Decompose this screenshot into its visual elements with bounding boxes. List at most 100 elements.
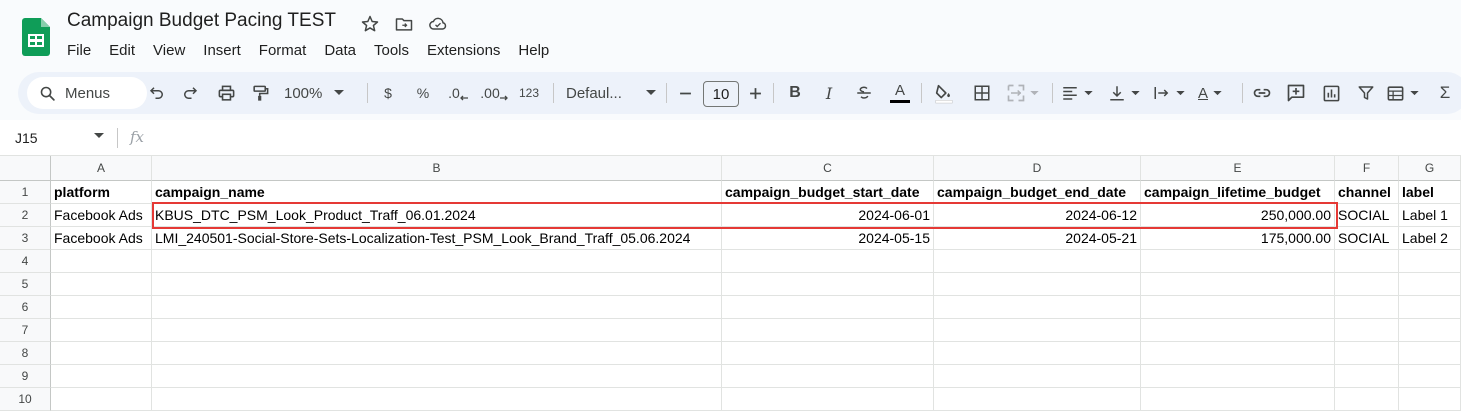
increase-decimal-button[interactable]: .00 bbox=[478, 81, 510, 105]
cell-g3[interactable]: Label 2 bbox=[1399, 227, 1461, 250]
cell-a3[interactable]: Facebook Ads bbox=[51, 227, 152, 250]
cell-g5[interactable] bbox=[1399, 273, 1461, 296]
cell-b7[interactable] bbox=[152, 319, 722, 342]
functions-button[interactable]: Σ bbox=[1436, 81, 1454, 105]
more-formats-button[interactable]: 123 bbox=[516, 81, 542, 105]
cell-g9[interactable] bbox=[1399, 365, 1461, 388]
spreadsheet-grid[interactable]: A B C D E F G 1 platform campaign_name campaign_bu… bbox=[0, 156, 1461, 418]
cell-g8[interactable] bbox=[1399, 342, 1461, 365]
cell-d6[interactable] bbox=[934, 296, 1141, 319]
menu-tools[interactable]: Tools bbox=[365, 41, 418, 61]
cell-b5[interactable] bbox=[152, 273, 722, 296]
cell-f3[interactable]: SOCIAL bbox=[1335, 227, 1399, 250]
cell-g10[interactable] bbox=[1399, 388, 1461, 411]
column-header-a[interactable]: A bbox=[51, 156, 152, 181]
document-title[interactable]: Campaign Budget Pacing TEST bbox=[67, 10, 336, 32]
cell-a6[interactable] bbox=[51, 296, 152, 319]
cell-a2[interactable]: Facebook Ads bbox=[51, 204, 152, 227]
cloud-status-icon[interactable] bbox=[426, 12, 450, 36]
cell-g6[interactable] bbox=[1399, 296, 1461, 319]
decrease-decimal-button[interactable]: .0 bbox=[444, 81, 472, 105]
italic-button[interactable]: I bbox=[818, 81, 840, 105]
cell-e6[interactable] bbox=[1141, 296, 1335, 319]
vertical-align-button[interactable] bbox=[1108, 81, 1146, 105]
column-header-c[interactable]: C bbox=[722, 156, 934, 181]
cell-d1[interactable]: campaign_budget_end_date bbox=[934, 181, 1141, 204]
text-wrapping-button[interactable] bbox=[1153, 81, 1191, 105]
cell-d5[interactable] bbox=[934, 273, 1141, 296]
menu-edit[interactable]: Edit bbox=[100, 41, 144, 61]
increase-font-size-button[interactable] bbox=[746, 81, 764, 105]
star-icon[interactable] bbox=[358, 12, 382, 36]
row-header-7[interactable]: 7 bbox=[0, 319, 51, 342]
fill-color-icon[interactable] bbox=[931, 81, 957, 105]
cell-b2[interactable]: KBUS_DTC_PSM_Look_Product_Traff_06.01.20… bbox=[152, 204, 722, 227]
cell-f8[interactable] bbox=[1335, 342, 1399, 365]
menu-help[interactable]: Help bbox=[509, 41, 558, 61]
chevron-down-icon[interactable] bbox=[94, 133, 104, 139]
cell-b1[interactable]: campaign_name bbox=[152, 181, 722, 204]
cell-b4[interactable] bbox=[152, 250, 722, 273]
menu-insert[interactable]: Insert bbox=[194, 41, 250, 61]
column-header-d[interactable]: D bbox=[934, 156, 1141, 181]
menu-extensions[interactable]: Extensions bbox=[418, 41, 509, 61]
cell-d9[interactable] bbox=[934, 365, 1141, 388]
insert-link-icon[interactable] bbox=[1250, 81, 1274, 105]
cell-f9[interactable] bbox=[1335, 365, 1399, 388]
cell-c2[interactable]: 2024-06-01 bbox=[722, 204, 934, 227]
cell-g1[interactable]: label bbox=[1399, 181, 1461, 204]
cell-d4[interactable] bbox=[934, 250, 1141, 273]
cell-f5[interactable] bbox=[1335, 273, 1399, 296]
undo-icon[interactable] bbox=[145, 81, 169, 105]
row-header-9[interactable]: 9 bbox=[0, 365, 51, 388]
cell-e7[interactable] bbox=[1141, 319, 1335, 342]
cell-f1[interactable]: channel bbox=[1335, 181, 1399, 204]
row-header-4[interactable]: 4 bbox=[0, 250, 51, 273]
cell-a1[interactable]: platform bbox=[51, 181, 152, 204]
cell-b9[interactable] bbox=[152, 365, 722, 388]
column-header-f[interactable]: F bbox=[1335, 156, 1399, 181]
filter-views-button[interactable] bbox=[1386, 81, 1426, 105]
cell-b3[interactable]: LMI_240501-Social-Store-Sets-Localizatio… bbox=[152, 227, 722, 250]
bold-button[interactable]: B bbox=[784, 81, 806, 105]
row-header-1[interactable]: 1 bbox=[0, 181, 51, 204]
cell-c3[interactable]: 2024-05-15 bbox=[722, 227, 934, 250]
cell-a10[interactable] bbox=[51, 388, 152, 411]
font-family-select[interactable]: Defaul... bbox=[566, 81, 656, 105]
cell-c8[interactable] bbox=[722, 342, 934, 365]
cell-e9[interactable] bbox=[1141, 365, 1335, 388]
insert-comment-icon[interactable] bbox=[1284, 81, 1308, 105]
cell-c10[interactable] bbox=[722, 388, 934, 411]
horizontal-align-button[interactable] bbox=[1061, 81, 1099, 105]
merge-cells-button[interactable] bbox=[1006, 81, 1046, 105]
cell-e4[interactable] bbox=[1141, 250, 1335, 273]
cell-f6[interactable] bbox=[1335, 296, 1399, 319]
cell-f10[interactable] bbox=[1335, 388, 1399, 411]
cell-d2[interactable]: 2024-06-12 bbox=[934, 204, 1141, 227]
insert-chart-icon[interactable] bbox=[1319, 81, 1343, 105]
cell-c9[interactable] bbox=[722, 365, 934, 388]
cell-d8[interactable] bbox=[934, 342, 1141, 365]
column-header-b[interactable]: B bbox=[152, 156, 722, 181]
borders-icon[interactable] bbox=[971, 81, 993, 105]
cell-e10[interactable] bbox=[1141, 388, 1335, 411]
cell-g2[interactable]: Label 1 bbox=[1399, 204, 1461, 227]
row-header-5[interactable]: 5 bbox=[0, 273, 51, 296]
redo-icon[interactable] bbox=[178, 81, 202, 105]
cell-c6[interactable] bbox=[722, 296, 934, 319]
sheets-logo-icon[interactable] bbox=[22, 18, 50, 56]
row-header-3[interactable]: 3 bbox=[0, 227, 51, 250]
percent-format-button[interactable]: % bbox=[413, 81, 433, 105]
row-header-8[interactable]: 8 bbox=[0, 342, 51, 365]
cell-c4[interactable] bbox=[722, 250, 934, 273]
cell-a4[interactable] bbox=[51, 250, 152, 273]
menu-format[interactable]: Format bbox=[250, 41, 316, 61]
cell-f2[interactable]: SOCIAL bbox=[1335, 204, 1399, 227]
filter-icon[interactable] bbox=[1354, 81, 1378, 105]
cell-a7[interactable] bbox=[51, 319, 152, 342]
cell-a9[interactable] bbox=[51, 365, 152, 388]
column-header-g[interactable]: G bbox=[1399, 156, 1461, 181]
paint-format-icon[interactable] bbox=[248, 81, 272, 105]
row-header-10[interactable]: 10 bbox=[0, 388, 51, 411]
text-rotation-button[interactable]: A bbox=[1198, 81, 1236, 105]
